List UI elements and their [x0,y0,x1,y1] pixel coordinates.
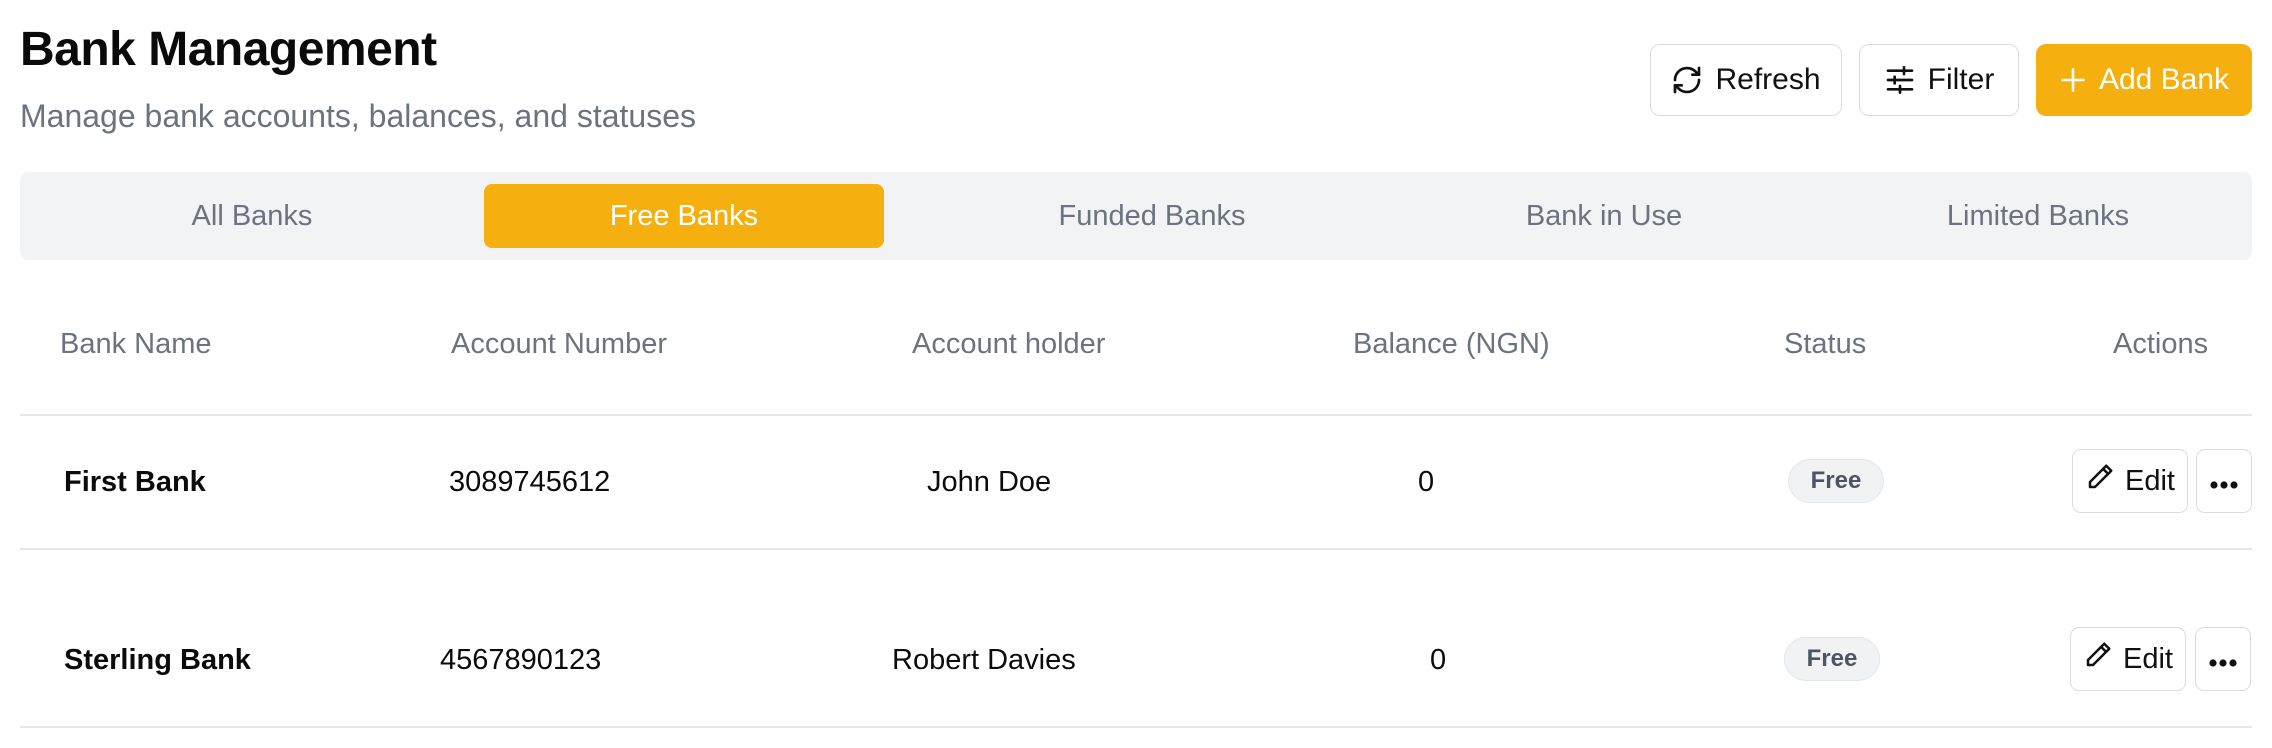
account-number-cell: 4567890123 [440,644,602,676]
more-horizontal-icon [2208,643,2238,676]
refresh-button-label: Refresh [1715,63,1821,96]
account-number-cell: 3089745612 [449,466,611,498]
column-header-balance: Balance (NGN) [1353,328,1550,360]
edit-button[interactable]: Edit [2072,449,2188,513]
column-header-status: Status [1784,328,1867,360]
status-badge: Free [1784,637,1880,681]
add-bank-button[interactable]: Add Bank [2036,44,2252,116]
account-holder-cell: John Doe [927,466,1052,498]
tab-free-banks[interactable]: Free Banks [484,184,884,248]
more-actions-button[interactable] [2195,627,2251,691]
column-header-actions: Actions [2113,328,2209,360]
bank-filter-tabs: All Banks Free Banks Funded Banks Bank i… [20,172,2252,260]
bank-name-cell: Sterling Bank [64,644,251,676]
column-header-bank-name: Bank Name [60,328,212,360]
column-header-account-holder: Account holder [912,328,1106,360]
refresh-icon [1671,64,1703,96]
filter-button-label: Filter [1927,63,1995,96]
table-divider [20,414,2252,416]
bank-name-cell: First Bank [64,466,206,498]
table-divider [20,548,2252,550]
edit-button-label: Edit [2123,642,2173,675]
refresh-button[interactable]: Refresh [1650,44,1842,116]
plus-icon [2059,66,2087,94]
table-divider [20,726,2252,728]
tab-funded-banks[interactable]: Funded Banks [932,184,1372,248]
tab-bank-in-use[interactable]: Bank in Use [1384,184,1824,248]
balance-cell: 0 [1430,644,1447,676]
more-actions-button[interactable] [2196,449,2252,513]
page-title: Bank Management [20,23,437,76]
edit-button-label: Edit [2125,464,2175,497]
pencil-icon [2085,462,2115,500]
edit-button[interactable]: Edit [2070,627,2186,691]
column-header-account-number: Account Number [451,328,667,360]
add-bank-button-label: Add Bank [2098,63,2230,96]
filter-button[interactable]: Filter [1859,44,2019,116]
more-horizontal-icon [2209,465,2239,498]
page-subtitle: Manage bank accounts, balances, and stat… [20,98,696,134]
balance-cell: 0 [1418,466,1435,498]
tab-limited-banks[interactable]: Limited Banks [1836,184,2240,248]
status-badge: Free [1788,459,1884,503]
account-holder-cell: Robert Davies [892,644,1076,676]
tab-all-banks[interactable]: All Banks [32,184,472,248]
sliders-icon [1884,64,1916,96]
pencil-icon [2083,640,2113,678]
